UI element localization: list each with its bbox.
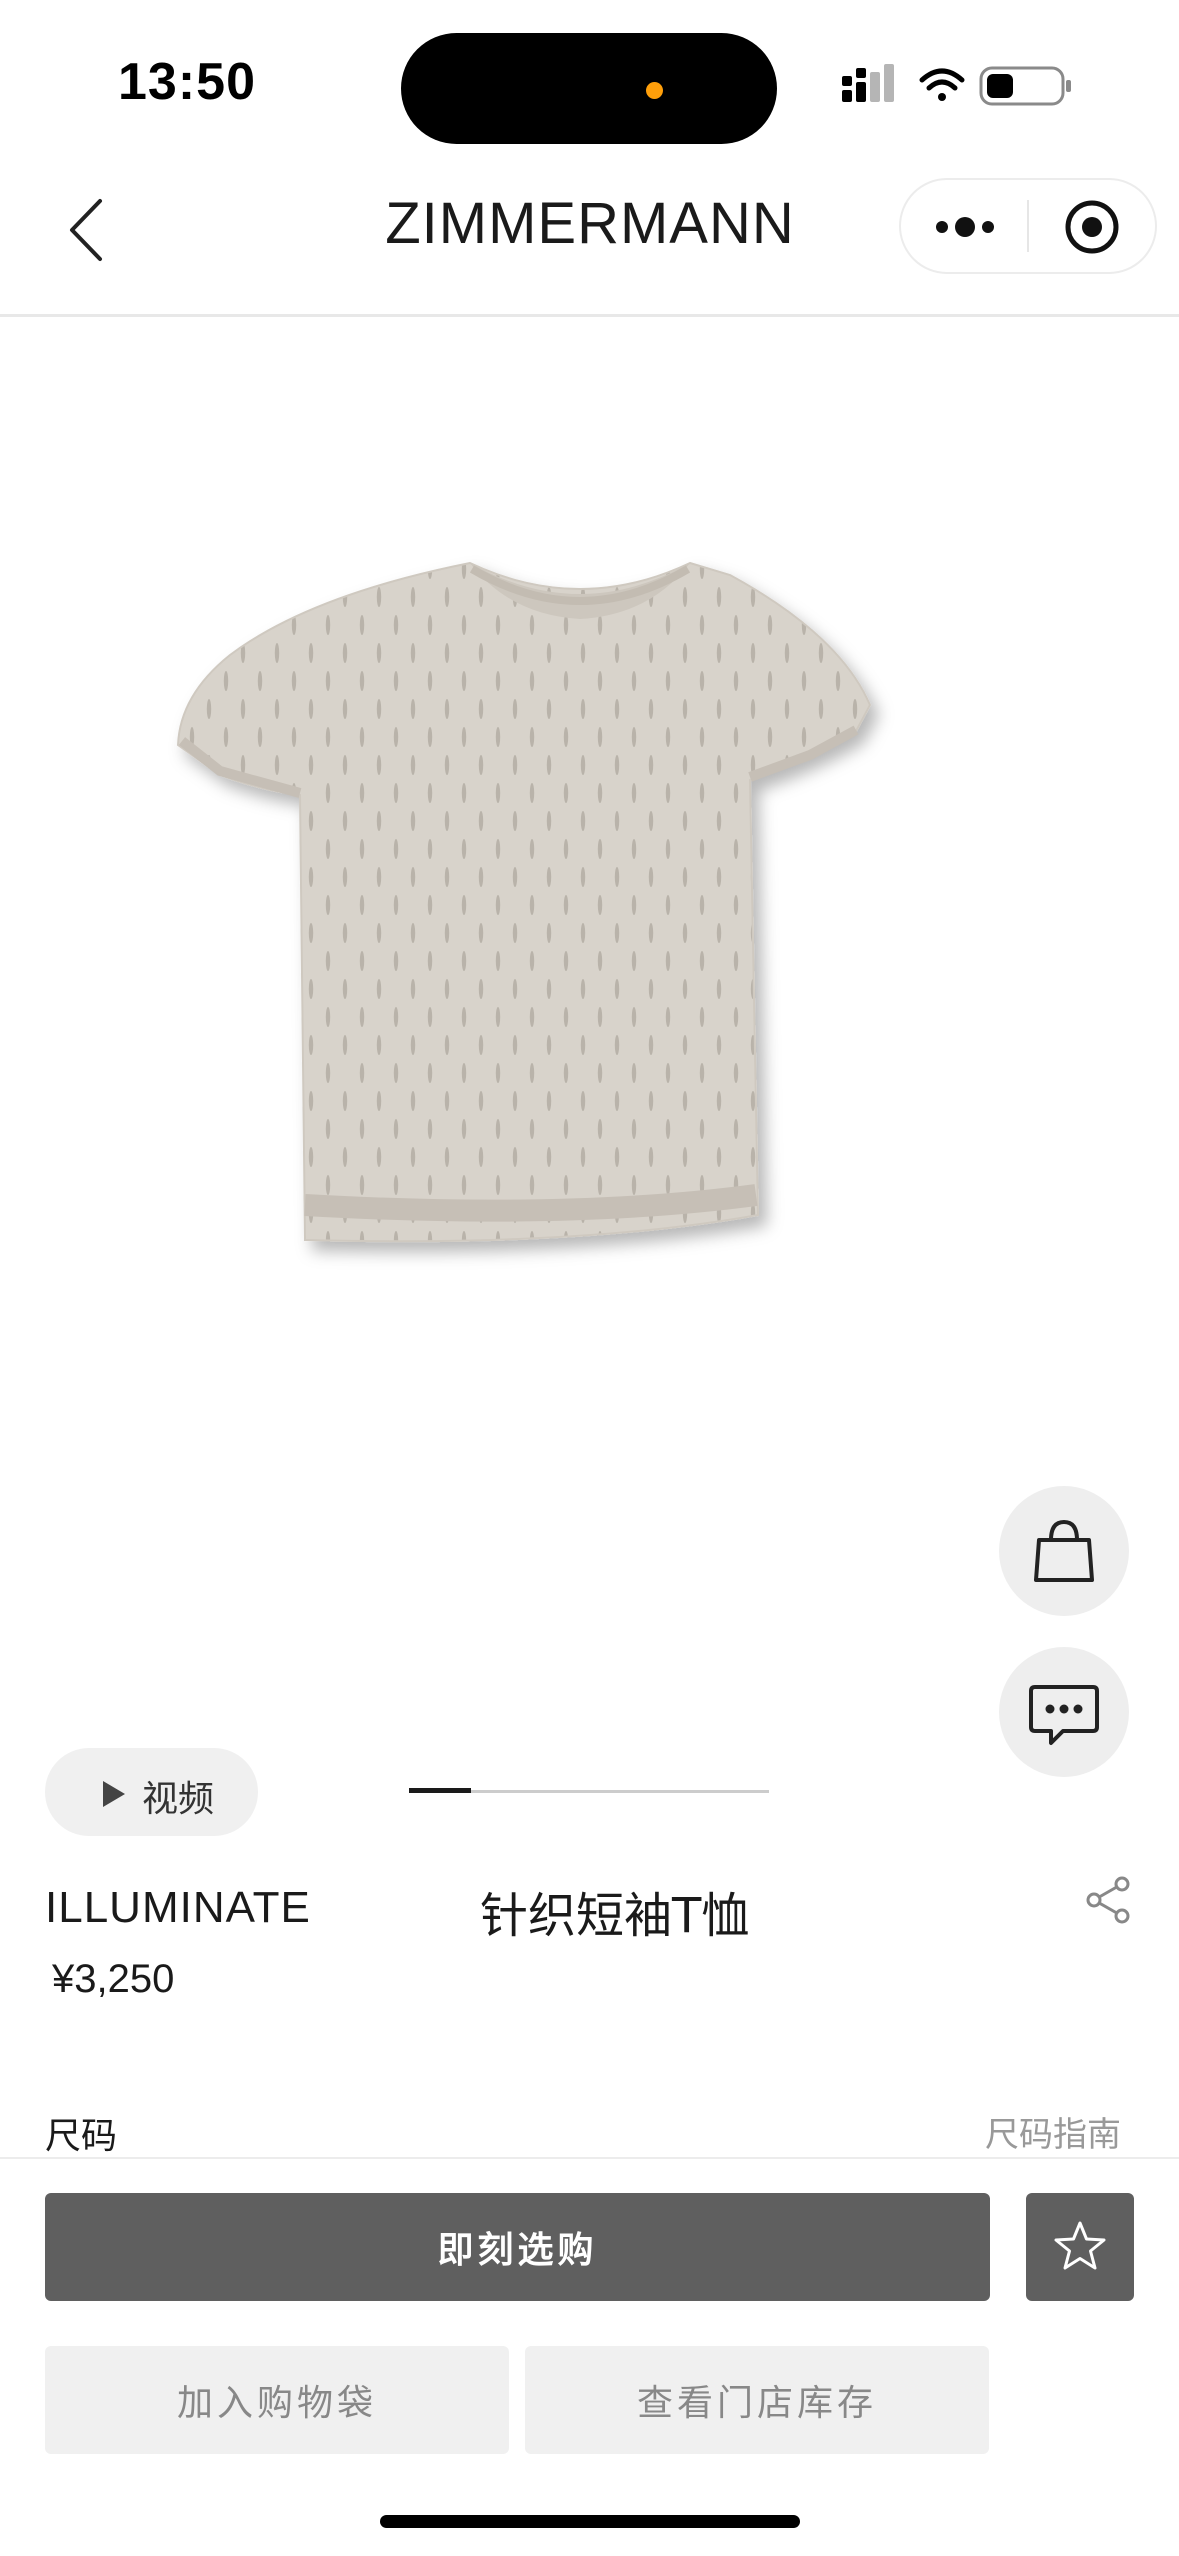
- target-icon[interactable]: [1062, 197, 1122, 257]
- buy-now-button[interactable]: 即刻选购: [45, 2193, 990, 2301]
- battery-icon: [979, 66, 1071, 106]
- video-label: 视频: [142, 1778, 215, 1819]
- shopping-bag-icon: [1034, 1519, 1094, 1582]
- status-time: 13:50: [118, 53, 256, 111]
- nav-divider: [0, 314, 1179, 317]
- home-indicator: [380, 2515, 800, 2528]
- brand-logo-title: ZIMMERMANN: [385, 191, 795, 256]
- shopping-bag-button[interactable]: [999, 1486, 1129, 1616]
- dynamic-island: [401, 33, 777, 144]
- chevron-left-icon[interactable]: [60, 195, 120, 265]
- add-to-bag-button[interactable]: 加入购物袋: [45, 2346, 509, 2454]
- play-icon: [103, 1781, 125, 1807]
- size-guide-link[interactable]: 尺码指南: [985, 2107, 1121, 2156]
- chat-icon: [1029, 1685, 1099, 1745]
- product-image[interactable]: [150, 555, 1010, 1315]
- share-icon[interactable]: [1080, 1872, 1136, 1928]
- chat-button[interactable]: [999, 1647, 1129, 1777]
- privacy-indicator-dot: [646, 82, 663, 99]
- signal-icon: [842, 64, 894, 102]
- more-dots-icon[interactable]: [930, 205, 1000, 250]
- capsule-divider: [1027, 200, 1029, 252]
- product-price: ¥3,250: [52, 1957, 175, 2001]
- star-icon: [1054, 2221, 1106, 2270]
- product-collection: ILLUMINATE: [45, 1883, 311, 1932]
- check-store-stock-button[interactable]: 查看门店库存: [525, 2346, 989, 2454]
- wifi-icon: [919, 68, 965, 101]
- image-pager-indicator: [409, 1788, 471, 1793]
- size-label: 尺码: [45, 2116, 118, 2157]
- status-icons: [842, 64, 1071, 106]
- product-name: 针织短袖T恤: [480, 1888, 750, 1944]
- action-bar-divider: [0, 2157, 1179, 2159]
